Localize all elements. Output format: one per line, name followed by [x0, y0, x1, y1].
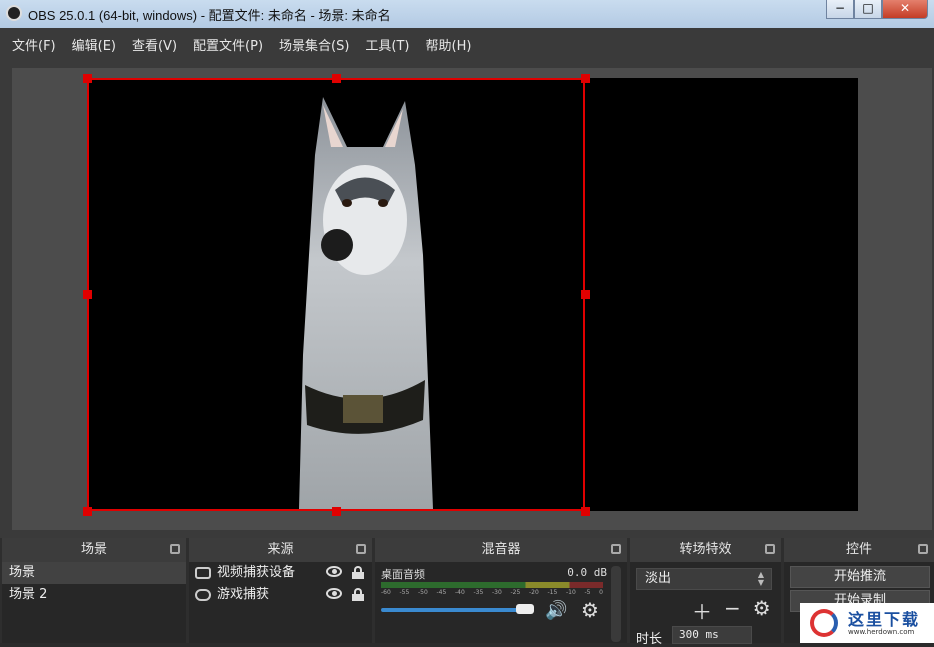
resize-handle-top[interactable]: [332, 74, 341, 83]
meter-tick: -45: [436, 589, 447, 596]
sources-dock: 来源 视频捕获设备 游戏捕获: [189, 538, 372, 643]
meter-tick: -5: [584, 589, 591, 596]
visibility-eye-icon[interactable]: [326, 588, 342, 599]
selection-box[interactable]: [87, 78, 585, 511]
mixer-dock: 混音器 桌面音频 0.0 dB -60 -55 -50 -45 -40 -35 …: [375, 538, 627, 643]
menu-tools[interactable]: 工具(T): [357, 35, 417, 54]
scenes-dock-header: 场景: [2, 538, 186, 562]
undock-icon[interactable]: [918, 544, 928, 554]
menu-bar: 文件(F) 编辑(E) 查看(V) 配置文件(P) 场景集合(S) 工具(T) …: [0, 28, 934, 60]
site-watermark: 这里下载 www.herdown.com: [800, 603, 934, 643]
mixer-dock-header: 混音器: [375, 538, 627, 562]
meter-tick: -40: [455, 589, 465, 596]
source-item[interactable]: 视频捕获设备: [189, 562, 372, 584]
remove-icon[interactable]: −: [724, 596, 741, 625]
meter-tick: -30: [492, 589, 502, 596]
menu-view[interactable]: 查看(V): [124, 35, 185, 54]
mixer-channel: 桌面音频 0.0 dB -60 -55 -50 -45 -40 -35 -30 …: [375, 562, 627, 642]
window-title: OBS 25.0.1 (64-bit, windows) - 配置文件: 未命名…: [28, 8, 391, 23]
controls-dock-header: 控件: [784, 538, 934, 562]
transitions-dock: 转场特效 淡出 ▲ ▼ ＋ − ⚙ 时长 300 ms: [630, 538, 781, 647]
maximize-button[interactable]: □: [854, 0, 882, 19]
transitions-dock-header: 转场特效: [630, 538, 781, 562]
menu-profile[interactable]: 配置文件(P): [185, 35, 271, 54]
obs-logo-icon: [6, 5, 22, 21]
channel-db: 0.0 dB: [567, 566, 607, 579]
scene-item[interactable]: 场景 2: [2, 584, 186, 606]
close-button[interactable]: ✕: [882, 0, 928, 19]
gear-icon[interactable]: ⚙: [753, 596, 771, 625]
resize-handle-top-right[interactable]: [581, 74, 590, 83]
sources-list: 视频捕获设备 游戏捕获: [189, 562, 372, 606]
minimize-button[interactable]: −: [826, 0, 854, 19]
meter-tick: -25: [510, 589, 521, 596]
menu-scene-collection[interactable]: 场景集合(S): [271, 35, 357, 54]
meter-tick: -55: [399, 589, 410, 596]
resize-handle-bottom[interactable]: [332, 507, 341, 516]
scene-item[interactable]: 场景: [2, 562, 186, 584]
meter-tick: 0: [599, 589, 603, 596]
scenes-dock: 场景 场景 场景 2: [2, 538, 186, 643]
resize-handle-top-left[interactable]: [83, 74, 92, 83]
resize-handle-bottom-right[interactable]: [581, 507, 590, 516]
gear-icon[interactable]: ⚙: [581, 598, 599, 622]
meter-ticks: -60 -55 -50 -45 -40 -35 -30 -25 -20 -15 …: [381, 589, 603, 596]
meter-tick: -15: [547, 589, 558, 596]
sources-dock-title: 来源: [267, 542, 294, 557]
scenes-list: 场景 场景 2: [2, 562, 186, 606]
mixer-dock-title: 混音器: [481, 542, 521, 557]
resize-handle-left[interactable]: [83, 290, 92, 299]
duration-label: 时长: [636, 632, 663, 647]
meter-tick: -10: [566, 589, 576, 596]
obs-window: OBS 25.0.1 (64-bit, windows) - 配置文件: 未命名…: [0, 0, 934, 647]
spin-arrows-icon: ▲ ▼: [757, 570, 765, 587]
sources-dock-header: 来源: [189, 538, 372, 562]
visibility-eye-icon[interactable]: [326, 566, 342, 577]
window-controls: − □ ✕: [826, 0, 928, 20]
menu-file[interactable]: 文件(F): [4, 35, 64, 54]
watermark-text: 这里下载: [848, 610, 921, 629]
start-streaming-button[interactable]: 开始推流: [790, 566, 930, 588]
meter-tick: -60: [381, 589, 391, 596]
source-label: 游戏捕获: [217, 587, 270, 602]
transition-tools: ＋ − ⚙: [692, 596, 771, 625]
resize-handle-bottom-left[interactable]: [83, 507, 92, 516]
gamepad-icon: [195, 589, 211, 601]
menu-help[interactable]: 帮助(H): [418, 35, 480, 54]
docks-area: 场景 场景 场景 2 来源 视频捕获设备 游戏捕获 混音器 桌面音频 0.0 d…: [0, 538, 934, 647]
transition-selected: 淡出: [645, 571, 672, 586]
meter-tick: -20: [529, 589, 539, 596]
volume-meter: [381, 582, 603, 588]
lock-icon[interactable]: [352, 588, 364, 601]
meter-tick: -35: [473, 589, 484, 596]
mixer-scrollbar[interactable]: [611, 566, 621, 642]
scenes-dock-title: 场景: [80, 542, 107, 557]
undock-icon[interactable]: [356, 544, 366, 554]
resize-handle-right[interactable]: [581, 290, 590, 299]
source-label: 视频捕获设备: [217, 565, 296, 580]
duration-input[interactable]: 300 ms: [672, 626, 752, 644]
camera-icon: [195, 567, 211, 579]
volume-slider-handle[interactable]: [516, 604, 535, 614]
speaker-icon[interactable]: 🔊: [545, 600, 567, 621]
transitions-dock-title: 转场特效: [679, 542, 732, 557]
undock-icon[interactable]: [170, 544, 180, 554]
undock-icon[interactable]: [765, 544, 775, 554]
lock-icon[interactable]: [352, 566, 364, 579]
watermark-url: www.herdown.com: [848, 628, 915, 636]
watermark-logo-icon: [810, 609, 838, 637]
meter-tick: -50: [418, 589, 428, 596]
volume-slider-track[interactable]: [381, 608, 533, 612]
source-item[interactable]: 游戏捕获: [189, 584, 372, 606]
title-bar: OBS 25.0.1 (64-bit, windows) - 配置文件: 未命名…: [0, 0, 934, 28]
add-icon[interactable]: ＋: [692, 596, 712, 625]
undock-icon[interactable]: [611, 544, 621, 554]
transition-select[interactable]: 淡出 ▲ ▼: [636, 568, 772, 590]
menu-edit[interactable]: 编辑(E): [64, 35, 124, 54]
controls-dock-title: 控件: [845, 542, 872, 557]
